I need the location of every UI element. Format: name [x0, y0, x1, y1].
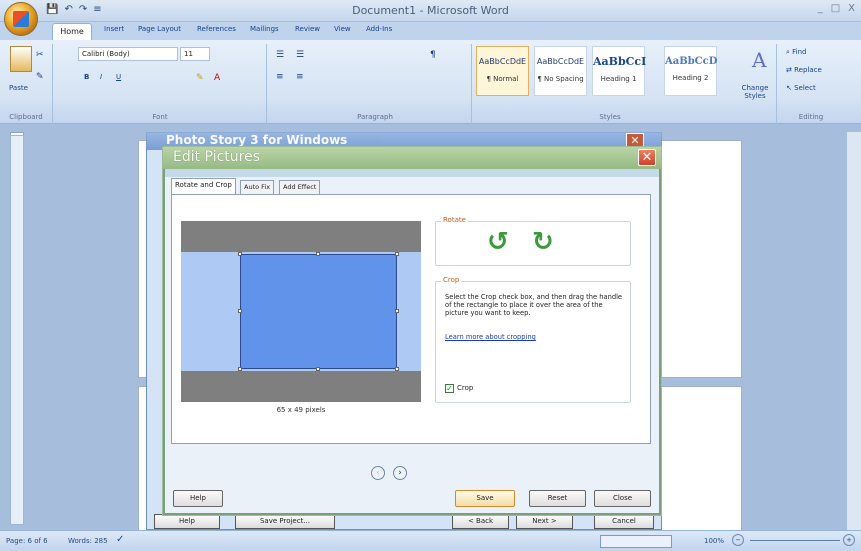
crop-handle[interactable] [395, 367, 399, 371]
close-window-button[interactable]: X [848, 3, 855, 14]
group-paragraph-label: Paragraph [357, 113, 393, 121]
rotate-legend: Rotate [441, 216, 468, 224]
font-name-box[interactable]: Calibri (Body) [78, 47, 178, 61]
minimize-button[interactable]: _ [818, 3, 823, 14]
zoom-slider[interactable] [750, 540, 840, 541]
crop-handle[interactable] [395, 309, 399, 313]
next-picture-button[interactable]: › [393, 466, 407, 480]
dialog-title: Edit Pictures [163, 147, 661, 169]
back-button[interactable]: < Back [452, 514, 509, 529]
style-heading-2[interactable]: AaBbCcD Heading 2 [664, 46, 717, 96]
numbering-icon[interactable]: ☰ [296, 50, 304, 60]
style-normal[interactable]: AaBbCcDdE ¶ Normal [476, 46, 529, 96]
font-color-icon[interactable]: A [214, 73, 220, 83]
pixel-size-label: 65 x 49 pixels [276, 406, 326, 414]
align-left-icon[interactable]: ≡ [276, 72, 284, 82]
crop-handle[interactable] [395, 252, 399, 256]
dialog-help-button[interactable]: Help [173, 490, 223, 507]
zoom-out-button[interactable]: − [732, 534, 744, 546]
change-styles-icon[interactable]: A [752, 48, 766, 72]
zoom-level[interactable]: 100% [704, 537, 724, 545]
save-project-button[interactable]: Save Project... [235, 514, 335, 529]
crop-checkbox[interactable]: ✓ [445, 384, 454, 393]
paste-button[interactable]: Paste [9, 84, 28, 92]
office-button[interactable] [4, 2, 38, 36]
dialog-band [165, 169, 659, 177]
vertical-scrollbar[interactable] [846, 132, 861, 530]
previous-picture-button[interactable]: ‹ [371, 466, 385, 480]
tab-home[interactable]: Home [52, 23, 92, 40]
replace-icon: ⇄ [786, 66, 795, 74]
group-font-label: Font [152, 113, 168, 121]
ribbon-tab-row: Home Insert Page Layout References Maili… [0, 22, 861, 40]
page-count[interactable]: Page: 6 of 6 [6, 537, 48, 545]
bullets-icon[interactable]: ☰ [276, 50, 284, 60]
tab-add-ins[interactable]: Add-Ins [366, 25, 392, 33]
tab-rotate-and-crop[interactable]: Rotate and Crop [171, 178, 236, 194]
status-bar: Page: 6 of 6 Words: 285 ✓ 100% − + [0, 530, 861, 551]
font-size-box[interactable]: 11 [180, 47, 210, 61]
window-controls: _ □ X [818, 3, 855, 14]
ps-cancel-button[interactable]: Cancel [594, 514, 654, 529]
change-styles-button[interactable]: Change Styles [738, 84, 772, 100]
crop-rectangle[interactable] [240, 254, 397, 369]
crop-checkbox-label[interactable]: Crop [457, 384, 473, 392]
crop-legend: Crop [441, 276, 462, 284]
format-painter-icon[interactable]: ✎ [36, 72, 44, 82]
maximize-button[interactable]: □ [831, 3, 840, 14]
group-editing-label: Editing [798, 113, 824, 121]
group-clipboard-label: Clipboard [9, 113, 43, 121]
crop-handle[interactable] [316, 252, 320, 256]
tab-review[interactable]: Review [295, 25, 320, 33]
select-icon: ↖ [786, 84, 795, 92]
ps-help-button[interactable]: Help [154, 514, 220, 529]
window-title: Document1 - Microsoft Word [352, 4, 509, 17]
view-buttons[interactable] [600, 535, 672, 548]
rotate-left-icon[interactable]: ↺ [487, 227, 509, 257]
italic-button[interactable]: I [100, 73, 102, 81]
crop-description: Select the Crop check box, and then drag… [445, 293, 623, 317]
align-center-icon[interactable]: ≡ [296, 72, 304, 82]
find-button[interactable]: ⌕ Find [786, 48, 807, 57]
zoom-in-button[interactable]: + [843, 534, 855, 546]
proofing-icon[interactable]: ✓ [116, 534, 124, 545]
underline-button[interactable]: U [116, 73, 121, 81]
style-heading-1[interactable]: AaBbCcI Heading 1 [592, 46, 646, 96]
paste-icon[interactable] [10, 46, 32, 72]
learn-more-link[interactable]: Learn more about cropping [445, 333, 536, 341]
office-logo-icon [13, 11, 29, 27]
crop-handle[interactable] [238, 367, 242, 371]
show-marks-icon[interactable]: ¶ [430, 50, 436, 60]
tab-mailings[interactable]: Mailings [250, 25, 279, 33]
tab-insert[interactable]: Insert [104, 25, 124, 33]
highlight-icon[interactable]: ✎ [196, 73, 204, 83]
word-count[interactable]: Words: 285 [68, 537, 108, 545]
replace-button[interactable]: ⇄ Replace [786, 66, 822, 74]
tab-add-effect[interactable]: Add Effect [279, 180, 321, 194]
crop-handle[interactable] [316, 367, 320, 371]
group-styles-label: Styles [599, 113, 621, 121]
rotate-right-icon[interactable]: ↻ [532, 227, 554, 257]
tab-view[interactable]: View [334, 25, 351, 33]
dialog-save-button[interactable]: Save [455, 490, 515, 507]
next-button[interactable]: Next > [516, 514, 573, 529]
dialog-reset-button[interactable]: Reset [529, 490, 586, 507]
tab-references[interactable]: References [197, 25, 236, 33]
cut-icon[interactable]: ✂ [36, 50, 44, 60]
bold-button[interactable]: B [84, 73, 89, 81]
dialog-close-text-button[interactable]: Close [594, 490, 651, 507]
dialog-close-button[interactable]: ✕ [638, 149, 656, 166]
crop-handle[interactable] [238, 309, 242, 313]
select-button[interactable]: ↖ Select [786, 84, 816, 92]
tab-page-layout[interactable]: Page Layout [138, 25, 181, 33]
ribbon: Paste ✂ ✎ Clipboard Calibri (Body) 11 B … [0, 40, 861, 124]
style-no-spacing[interactable]: AaBbCcDdE ¶ No Spacing [534, 46, 587, 96]
tab-auto-fix[interactable]: Auto Fix [240, 180, 275, 194]
vertical-ruler [10, 135, 24, 525]
crop-handle[interactable] [238, 252, 242, 256]
